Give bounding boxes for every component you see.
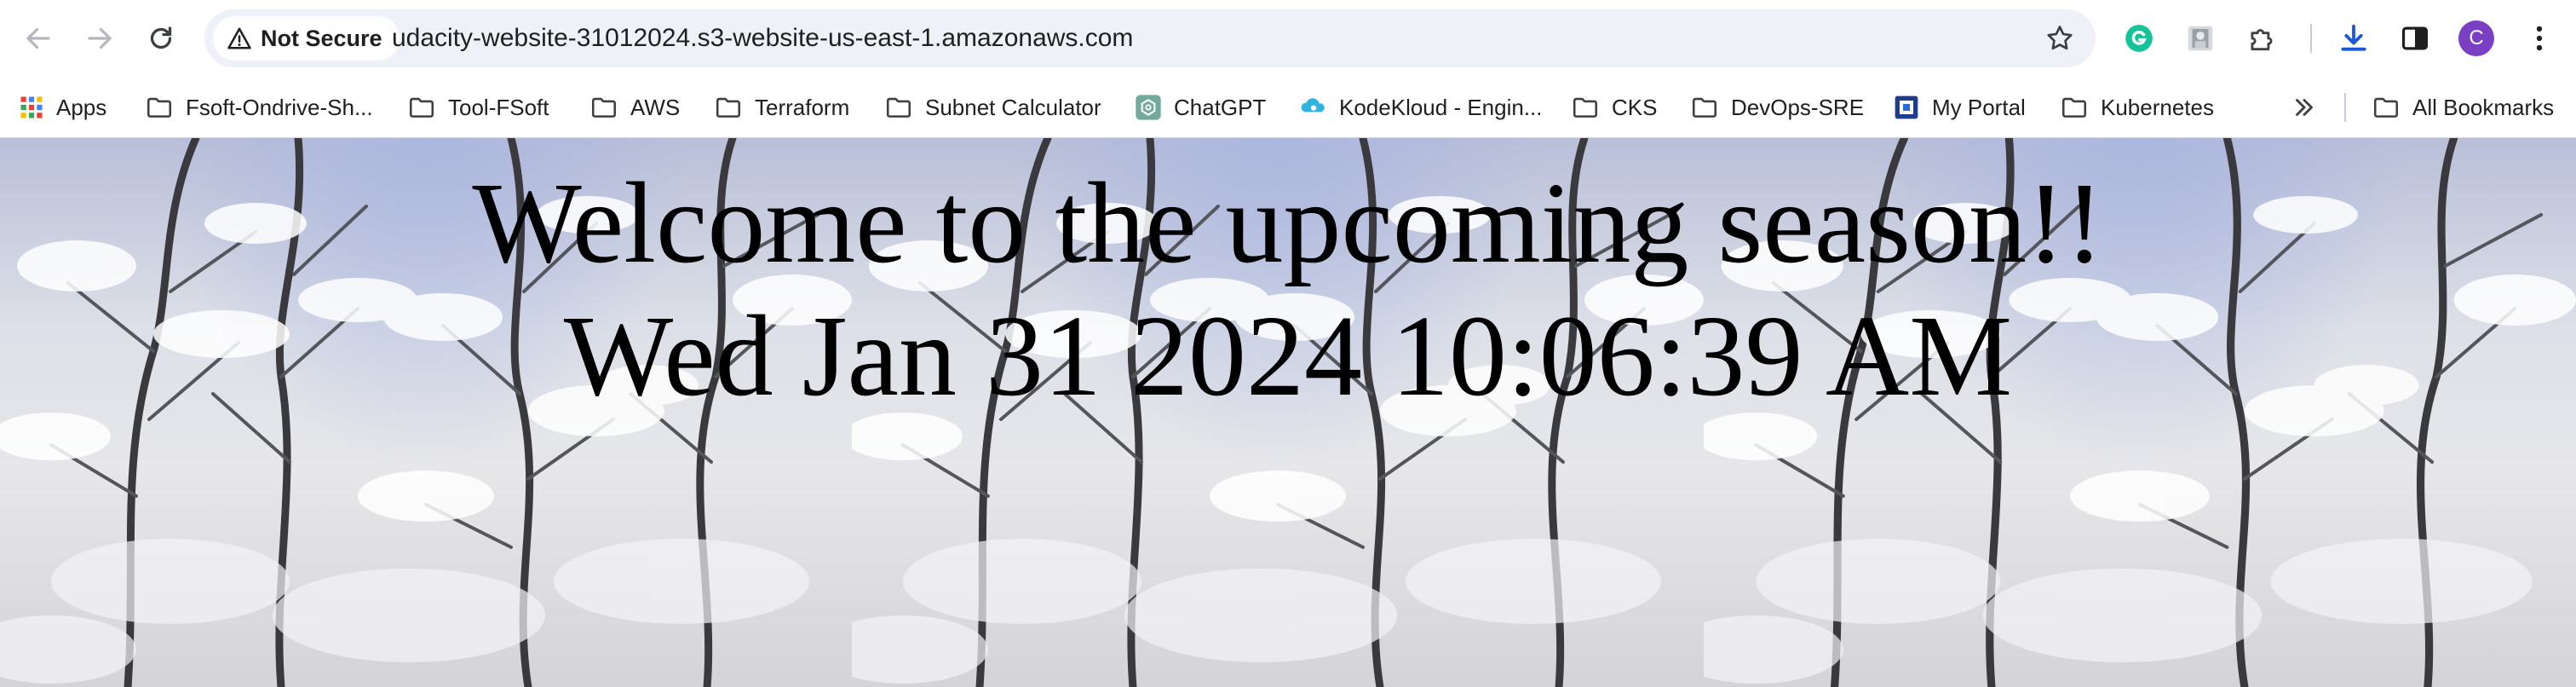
download-icon bbox=[2341, 24, 2366, 51]
bookmarks-separator bbox=[2344, 93, 2346, 122]
bookmark-apps[interactable]: Apps bbox=[19, 77, 106, 138]
site-security-chip[interactable]: Not Secure bbox=[213, 16, 400, 61]
downloads-button[interactable] bbox=[2334, 19, 2373, 58]
bookmark-star-button[interactable] bbox=[2043, 21, 2077, 55]
apps-grid-icon bbox=[20, 96, 43, 118]
welcome-heading: Welcome to the upcoming season!! bbox=[472, 159, 2104, 287]
bookmark-label: Subnet Calculator bbox=[925, 94, 1101, 120]
bookmark-folder-subnet-calculator[interactable]: Subnet Calculator bbox=[884, 77, 1101, 138]
bookmark-folder-aws[interactable]: AWS bbox=[589, 77, 680, 138]
bookmark-chatgpt[interactable]: ChatGPT bbox=[1135, 77, 1266, 138]
folder-icon bbox=[716, 97, 741, 118]
url-text[interactable]: udacity-website-31012024.s3-website-us-e… bbox=[392, 9, 1133, 67]
folder-icon bbox=[147, 97, 172, 118]
folder-icon bbox=[591, 97, 617, 118]
bookmark-folder-terraform[interactable]: Terraform bbox=[714, 77, 849, 138]
web-page-content: Welcome to the upcoming season!! Wed Jan… bbox=[0, 138, 2576, 687]
star-icon bbox=[2047, 26, 2073, 50]
profile-avatar[interactable]: C bbox=[2458, 20, 2494, 56]
forward-arrow-icon bbox=[88, 27, 112, 49]
warning-triangle-icon bbox=[227, 27, 251, 49]
back-arrow-icon bbox=[26, 27, 50, 49]
folder-icon bbox=[2061, 97, 2087, 118]
security-label: Not Secure bbox=[261, 25, 382, 51]
bookmark-label: All Bookmarks bbox=[2412, 94, 2555, 120]
folder-icon bbox=[2373, 97, 2399, 118]
puzzle-icon bbox=[2251, 29, 2273, 51]
bookmark-label: My Portal bbox=[1932, 94, 2026, 120]
bookmark-folder-fsoft-ondrive[interactable]: Fsoft-Ondrive-Sh... bbox=[145, 77, 373, 138]
bookmark-label: AWS bbox=[630, 94, 681, 120]
bookmark-label: Apps bbox=[56, 94, 107, 120]
folder-icon bbox=[886, 97, 911, 118]
all-bookmarks-button[interactable]: All Bookmarks bbox=[2372, 77, 2554, 138]
bookmark-label: DevOps-SRE bbox=[1731, 94, 1865, 120]
bookmark-label: Terraform bbox=[755, 94, 850, 120]
bookmark-label: Tool-FSoft bbox=[448, 94, 549, 120]
browser-toolbar: Not Secure udacity-website-31012024.s3-w… bbox=[0, 0, 2576, 77]
address-bar[interactable]: Not Secure udacity-website-31012024.s3-w… bbox=[204, 9, 2096, 67]
bookmark-label: KodeKloud - Engin... bbox=[1339, 94, 1543, 120]
current-datetime: Wed Jan 31 2024 10:06:39 AM bbox=[563, 292, 2013, 420]
back-button[interactable] bbox=[17, 17, 60, 60]
side-panel-icon bbox=[2401, 26, 2429, 50]
toolbar-separator bbox=[2310, 24, 2312, 53]
chevron-double-right-icon bbox=[2296, 99, 2313, 116]
bookmark-label: CKS bbox=[1612, 94, 1658, 120]
folder-icon bbox=[1692, 97, 1717, 118]
portal-icon bbox=[1895, 95, 1918, 119]
bookmark-folder-tool-fsoft[interactable]: Tool-FSoft bbox=[407, 77, 549, 138]
grammarly-extension-button[interactable] bbox=[2119, 19, 2159, 58]
page-heading: Welcome to the upcoming season!! Wed Jan… bbox=[0, 157, 2576, 423]
kodekloud-icon bbox=[1301, 98, 1325, 113]
bookmark-kodekloud[interactable]: KodeKloud - Engin... bbox=[1300, 77, 1543, 138]
browser-menu-button[interactable] bbox=[2520, 19, 2559, 58]
chatgpt-icon bbox=[1136, 95, 1161, 120]
bookmark-folder-cks[interactable]: CKS bbox=[1571, 77, 1657, 138]
bookmarks-bar: Apps Fsoft-Ondrive-Sh... Tool-FSoft AWS … bbox=[0, 77, 2576, 138]
forward-button[interactable] bbox=[78, 17, 121, 60]
image-extension-button[interactable] bbox=[2181, 19, 2220, 58]
bookmark-label: ChatGPT bbox=[1174, 94, 1267, 120]
reload-icon bbox=[150, 26, 172, 49]
folder-icon bbox=[1573, 97, 1598, 118]
grammarly-icon bbox=[2125, 25, 2153, 52]
bookmark-folder-kubernetes[interactable]: Kubernetes bbox=[2060, 77, 2214, 138]
bookmark-folder-devops-sre[interactable]: DevOps-SRE bbox=[1690, 77, 1864, 138]
bookmark-label: Kubernetes bbox=[2101, 94, 2214, 120]
folder-icon bbox=[409, 97, 434, 118]
extensions-button[interactable] bbox=[2242, 19, 2281, 58]
reload-button[interactable] bbox=[140, 17, 182, 60]
extension-image-icon bbox=[2188, 26, 2213, 51]
bookmarks-overflow-button[interactable] bbox=[2290, 77, 2319, 138]
bookmark-my-portal[interactable]: My Portal bbox=[1893, 77, 2026, 138]
side-panel-button[interactable] bbox=[2395, 19, 2435, 58]
kebab-menu-icon bbox=[2536, 26, 2543, 51]
bookmark-label: Fsoft-Ondrive-Sh... bbox=[186, 94, 373, 120]
